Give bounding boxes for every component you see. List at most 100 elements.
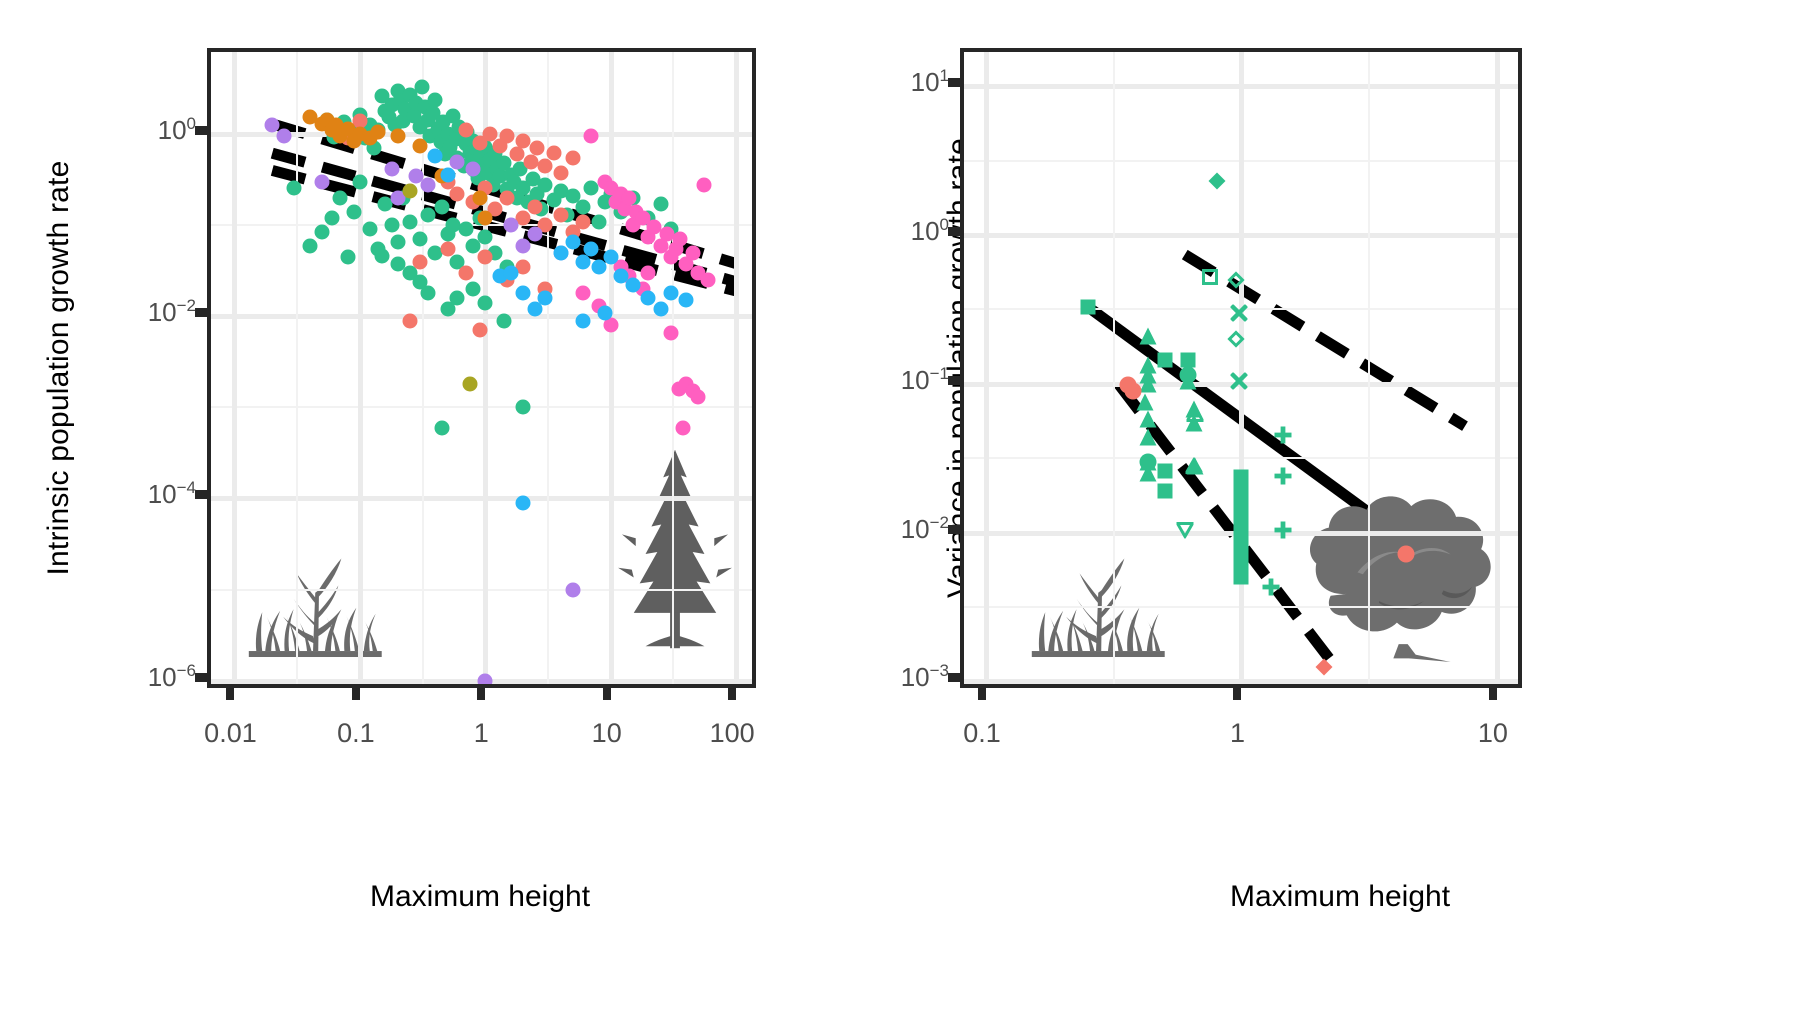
y-tick-label: 10−3 [900,661,949,693]
data-point [472,322,488,338]
data-point [503,217,519,233]
data-point [553,245,569,261]
right-plot-area[interactable] [960,48,1522,688]
gridline-horizontal-minor [211,588,752,591]
data-point [1227,271,1245,289]
data-point [625,277,641,293]
data-point [449,186,465,202]
data-point [663,325,679,341]
data-point [515,399,531,415]
gridline-vertical [1239,52,1245,684]
data-point [384,217,400,233]
data-point [527,226,543,242]
gridline-vertical [734,52,740,684]
data-point [412,231,428,247]
data-point [672,231,688,247]
data-point [1274,426,1292,444]
data-point [412,254,428,270]
data-point [402,183,418,199]
data-point [465,281,481,297]
data-point [1079,298,1096,315]
gridline-vertical [1494,52,1500,684]
data-point [465,161,481,177]
data-point [575,254,591,270]
figure-root: Intrinsic population growth rate Maximum… [0,0,1802,1016]
data-point [462,376,478,392]
data-point [523,154,539,170]
y-tick-label: 100 [157,114,196,146]
data-point [1136,393,1154,411]
x-tick-mark [477,688,486,700]
data-point [496,313,512,329]
y-tick-mark [948,375,960,385]
right-panel: Variance in population growth rate Maxim… [900,0,1802,1016]
data-point [390,234,406,250]
data-point [515,133,531,149]
data-point [583,128,599,144]
x-tick-label: 1 [1229,718,1245,748]
data-point [440,167,456,183]
x-tick-mark [602,688,611,700]
data-point [575,214,591,230]
data-point [1139,410,1157,428]
data-point [678,292,694,308]
gridline-horizontal [211,496,752,502]
grass-silhouette [248,558,382,658]
gridline-vertical [232,52,238,684]
y-tick-mark [195,672,207,682]
gridline-vertical [984,52,989,684]
data-point [449,154,465,170]
gridline-vertical [608,52,614,684]
shrub-silhouette [1309,496,1491,662]
data-point [477,249,493,265]
gridline-vertical-minor [672,52,675,684]
data-point [537,290,553,306]
left-plot-area[interactable] [207,48,756,688]
data-point [575,285,591,301]
y-tick-mark [195,308,207,318]
y-tick-mark [948,78,960,88]
gridline-vertical-minor [296,52,299,684]
data-point [390,128,406,144]
data-point [1156,483,1173,500]
x-tick-label: 0.1 [337,718,375,748]
data-point [458,265,474,281]
data-point [575,313,591,329]
y-tick-mark [195,126,207,136]
data-point [276,128,292,144]
data-point [1274,467,1292,485]
data-point [640,290,656,306]
data-point [449,290,465,306]
y-tick-label: 10−4 [147,478,196,510]
gridline-horizontal-minor [211,406,752,409]
data-point [434,199,450,215]
data-point [374,248,390,264]
data-point [1139,428,1157,446]
data-point [640,265,656,281]
data-point [583,241,599,257]
x-tick-label: 0.1 [963,718,1001,748]
data-point [499,128,515,144]
data-point [499,190,515,206]
data-point [302,238,318,253]
data-point [700,272,716,288]
gridline-horizontal [211,314,752,320]
data-point [1139,375,1157,393]
data-point [458,221,474,237]
data-point [515,285,531,301]
y-tick-mark [948,227,960,237]
data-point [621,190,637,206]
data-point [1139,327,1157,345]
data-point [1227,330,1245,348]
gridline-vertical-minor [1112,52,1115,684]
data-point [286,180,302,195]
y-tick-label: 10−1 [900,364,949,395]
data-point [1179,366,1197,384]
data-point [346,204,362,220]
left-panel: Intrinsic population growth rate Maximum… [0,0,900,1016]
data-point [420,207,436,223]
x-tick-mark [728,688,737,700]
data-point [314,224,330,240]
conifer-tree-silhouette [618,449,732,649]
data-point [324,210,340,226]
